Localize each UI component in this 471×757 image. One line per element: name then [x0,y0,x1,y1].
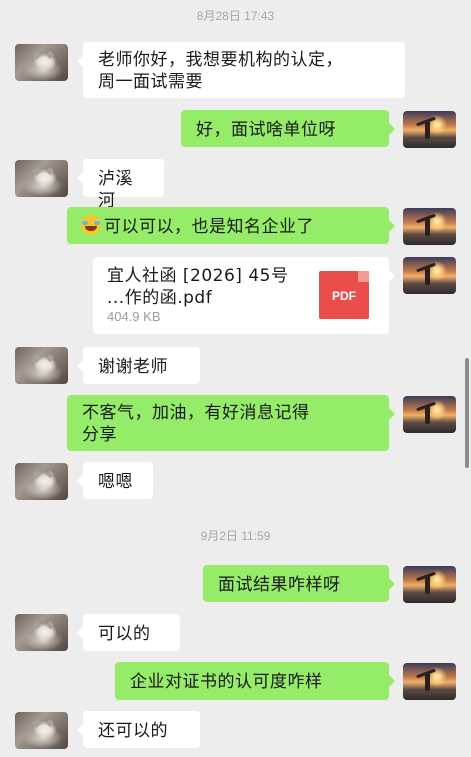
timestamp: 9月2日 11:59 [200,529,271,543]
self-avatar[interactable] [403,663,456,700]
message-text: 可以可以，也是知名企业了 [104,217,314,237]
self-avatar[interactable] [403,566,456,603]
message-bubble[interactable]: 还可以的 [77,711,200,748]
pdf-fold-corner [358,271,369,282]
contact-avatar[interactable] [15,44,68,81]
contact-avatar[interactable] [15,347,68,384]
message-bubble[interactable]: 老师你好，我想要机构的认定， 周一面试需要 [77,42,405,98]
file-size: 404.9 KB [107,309,161,324]
message-bubble[interactable]: 可以的 [77,614,180,651]
grinning-sweat-emoji [81,215,101,235]
self-avatar[interactable] [403,111,456,148]
message-bubble[interactable]: 不客气，加油，有好消息记得 分享 [67,395,395,451]
message-bubble[interactable]: 好，面试啥单位呀 [181,110,395,147]
self-avatar[interactable] [403,396,456,433]
message-bubble[interactable]: 企业对证书的认可度咋样 [115,662,395,700]
timestamp: 8月28日 17:43 [196,9,275,23]
contact-avatar[interactable] [15,614,68,651]
pdf-icon-label: PDF [332,289,356,303]
contact-avatar[interactable] [15,160,68,197]
contact-avatar[interactable] [15,463,68,500]
message-bubble[interactable]: 可以可以，也是知名企业了 [67,207,395,244]
message-bubble[interactable]: 面试结果咋样呀 [203,565,395,602]
self-avatar[interactable] [403,257,456,294]
scrollbar[interactable] [465,358,469,468]
message-bubble[interactable]: 谢谢老师 [77,347,200,384]
self-avatar[interactable] [403,208,456,245]
contact-avatar[interactable] [15,712,68,749]
message-bubble[interactable]: 嗯嗯 [77,462,153,499]
message-bubble[interactable]: 泸溪河 [77,159,164,211]
file-message[interactable]: 宜人社函 [2026] 45号 ...作的函.pdf 404.9 KB PDF [93,257,395,334]
file-name: 宜人社函 [2026] 45号 ...作的函.pdf [107,266,289,308]
